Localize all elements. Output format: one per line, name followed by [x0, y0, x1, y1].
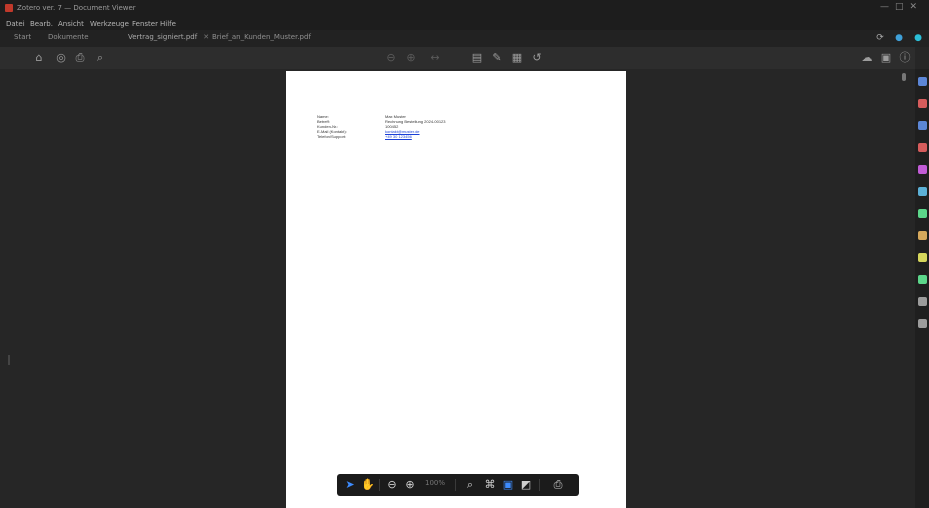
zoom-in-icon[interactable]: ⊕: [403, 478, 417, 492]
separator: [379, 479, 380, 491]
bookmark-icon[interactable]: [918, 143, 927, 152]
sync-icon[interactable]: ⟳: [874, 32, 886, 44]
tab-second-document[interactable]: Brief_an_Kunden_Muster.pdf: [212, 33, 311, 41]
crop-icon[interactable]: ⌘: [483, 478, 497, 492]
collection-icon[interactable]: [918, 121, 927, 130]
profile-icon[interactable]: ●: [912, 32, 924, 44]
tag-icon[interactable]: [918, 99, 927, 108]
folder-icon[interactable]: [918, 231, 927, 240]
notes-icon[interactable]: [918, 209, 927, 218]
sidebar-toggle-icon[interactable]: ⌂: [32, 51, 46, 65]
layout-icon[interactable]: ▣: [879, 51, 893, 65]
field-label: Telefon/Support:: [317, 134, 347, 139]
menu-bar: Datei Bearb. Ansicht Werkzeuge Fenster H…: [0, 19, 929, 30]
search-icon[interactable]: ⌕: [93, 51, 107, 65]
app-icon: [5, 4, 13, 12]
undo-icon[interactable]: ↺: [530, 51, 544, 65]
search-icon[interactable]: ⌕: [463, 478, 477, 492]
menu-item-hilfe[interactable]: Hilfe: [160, 20, 176, 28]
close-icon[interactable]: ✕: [909, 2, 923, 12]
title-bar: Zotero ver. 7 — Document Viewer —□✕: [0, 0, 929, 19]
separator: [539, 479, 540, 491]
maximize-icon[interactable]: □: [895, 2, 910, 12]
tab-start[interactable]: Start: [14, 33, 31, 41]
tab-bar: Start Dokumente Vertrag_signiert.pdf ✕ Br…: [0, 30, 929, 47]
fit-page-icon[interactable]: ▣: [501, 478, 515, 492]
zoom-out-icon[interactable]: ⊖: [384, 51, 398, 65]
zoom-level[interactable]: 100%: [425, 479, 445, 487]
print-icon[interactable]: ⎙: [551, 478, 565, 492]
hand-tool-icon[interactable]: ✋: [361, 478, 375, 492]
draw-icon[interactable]: ✎: [490, 51, 504, 65]
pdf-page[interactable]: Name: Max Muster Betreff: Rechnung Beste…: [286, 71, 626, 508]
menu-item-datei[interactable]: Datei: [6, 20, 25, 28]
note-icon[interactable]: ▦: [510, 51, 524, 65]
tab-active-document[interactable]: Vertrag_signiert.pdf ✕: [128, 33, 209, 41]
zoom-out-icon[interactable]: ⊖: [385, 478, 399, 492]
plugin-icon[interactable]: [918, 165, 927, 174]
sync-status-icon[interactable]: [918, 275, 927, 284]
tab-label: Vertrag_signiert.pdf: [128, 33, 198, 41]
window-controls[interactable]: —□✕: [880, 2, 923, 12]
info-icon[interactable]: ⓘ: [898, 51, 912, 65]
menu-item-fenster[interactable]: Fenster: [132, 20, 158, 28]
scrollbar-thumb[interactable]: [902, 73, 906, 81]
rotate-icon[interactable]: ◩: [519, 478, 533, 492]
select-cursor-icon[interactable]: ➤: [343, 478, 357, 492]
menu-item-werkzeuge[interactable]: Werkzeuge: [90, 20, 129, 28]
settings-icon[interactable]: [918, 297, 927, 306]
fit-width-icon[interactable]: ↔: [428, 51, 442, 65]
phone-link[interactable]: +49 30 123456: [385, 134, 412, 139]
menu-item-bearbeiten[interactable]: Bearb.: [30, 20, 53, 28]
menu-item-ansicht[interactable]: Ansicht: [58, 20, 84, 28]
right-sidebar: [915, 69, 929, 508]
close-tab-icon[interactable]: ✕: [203, 33, 209, 41]
window-title: Zotero ver. 7 — Document Viewer: [17, 4, 136, 12]
pin-icon[interactable]: [918, 319, 927, 328]
print-icon[interactable]: ⎙: [73, 51, 87, 65]
highlight-icon[interactable]: ▤: [470, 51, 484, 65]
share-icon[interactable]: ☁: [860, 51, 874, 65]
star-icon[interactable]: [918, 253, 927, 262]
left-panel-handle[interactable]: [8, 355, 10, 365]
thumbnails-icon[interactable]: ◎: [54, 51, 68, 65]
reader-toolbar: ⌂ ◎ ⎙ ⌕ ⊖ ⊕ ↔ ▤ ✎ ▦ ↺ ☁ ▣ ⓘ: [0, 47, 915, 69]
tab-dokumente[interactable]: Dokumente: [48, 33, 89, 41]
account-icon[interactable]: ●: [893, 32, 905, 44]
library-icon[interactable]: [918, 77, 927, 86]
zoom-in-icon[interactable]: ⊕: [404, 51, 418, 65]
minimize-icon[interactable]: —: [880, 2, 895, 12]
floating-toolbar: ➤ ✋ ⊖ ⊕ 100% ⌕ ⌘ ▣ ◩ ⎙: [337, 474, 579, 496]
translate-icon[interactable]: [918, 187, 927, 196]
separator: [455, 479, 456, 491]
